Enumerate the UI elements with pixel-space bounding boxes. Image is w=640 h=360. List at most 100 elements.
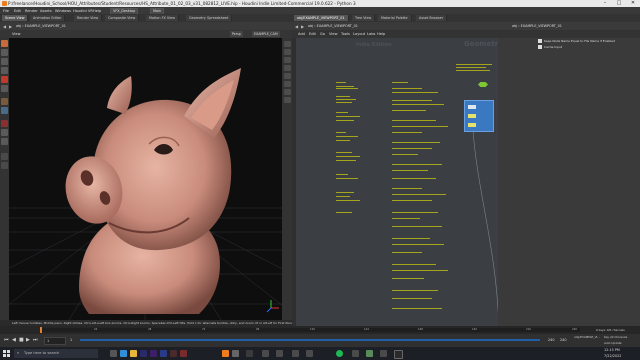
- sticky-note-middle[interactable]: [392, 80, 456, 320]
- app-icon-dark-3[interactable]: [276, 350, 283, 357]
- first-frame-icon[interactable]: ⏮: [4, 337, 9, 343]
- normals-icon[interactable]: [283, 89, 291, 95]
- app-icon-green[interactable]: [366, 350, 373, 357]
- rotate-tool-icon[interactable]: [1, 58, 8, 65]
- premiere-icon[interactable]: [140, 350, 147, 357]
- ne-forward-icon[interactable]: ▶: [301, 24, 304, 29]
- network-box-blue[interactable]: [464, 100, 494, 132]
- tab-material-palette[interactable]: Material Palette: [378, 15, 412, 21]
- node-file[interactable]: [468, 105, 476, 109]
- end-frame[interactable]: 240: [548, 338, 554, 342]
- houdini-taskbar-icon[interactable]: [222, 350, 229, 357]
- menu-assets[interactable]: Assets: [40, 9, 52, 13]
- tab-composite-view[interactable]: Composite View: [105, 15, 140, 21]
- frame-field[interactable]: 1: [44, 337, 66, 345]
- node-output[interactable]: [468, 123, 476, 127]
- points-icon[interactable]: [283, 81, 291, 87]
- end-frame-2[interactable]: 240: [560, 338, 566, 342]
- sticky-note-left[interactable]: [336, 80, 376, 220]
- tab-network-path[interactable]: obj/EXAMPLE_VIEWPORT_01: [294, 15, 349, 21]
- explorer-icon[interactable]: [130, 350, 137, 357]
- app-icon-gray[interactable]: [232, 350, 239, 357]
- ne-menu-layout[interactable]: Layout: [353, 32, 365, 36]
- node-green[interactable]: [478, 82, 488, 87]
- menu-help[interactable]: Help: [93, 9, 101, 13]
- select-tool-icon[interactable]: [1, 40, 8, 47]
- tab-tree-view[interactable]: Tree View: [352, 15, 376, 21]
- ne-menu-help[interactable]: Help: [377, 32, 385, 36]
- stop-icon[interactable]: ■: [19, 337, 24, 343]
- timeline-bar[interactable]: 1 24 48 72 96 120 144 168 192 216 240 0 …: [0, 326, 640, 334]
- camera-view-icon[interactable]: [283, 97, 291, 103]
- persp-menu[interactable]: Persp: [230, 31, 243, 37]
- tab-asset-browser[interactable]: Asset Browser: [416, 15, 448, 21]
- app-icon-dark-6[interactable]: [352, 350, 359, 357]
- network-path[interactable]: obj › EXAMPLE_VIEWPORT_01: [308, 24, 358, 28]
- playback-range[interactable]: [80, 339, 540, 341]
- camera-tool-icon[interactable]: [1, 107, 8, 114]
- clock-time[interactable]: 12:15 PM: [604, 348, 620, 352]
- shading-icon[interactable]: [283, 57, 291, 63]
- menu-houdini-vr[interactable]: Houdini VR: [73, 9, 93, 13]
- wireframe-icon[interactable]: [283, 65, 291, 71]
- cache-input-checkbox[interactable]: [538, 45, 542, 49]
- taskbar-search[interactable]: ⌕ Type here to search: [14, 349, 98, 358]
- ne-menu-add[interactable]: Add: [298, 32, 305, 36]
- app-icon-dark[interactable]: [246, 350, 253, 357]
- illustrator-icon[interactable]: [170, 350, 177, 357]
- play-icon[interactable]: ▶: [26, 337, 30, 343]
- maximize-button[interactable]: □: [612, 0, 626, 7]
- tab-render-view[interactable]: Render View: [74, 15, 103, 21]
- windows-start-icon[interactable]: [3, 350, 10, 357]
- app-icon-dark-2[interactable]: [262, 350, 269, 357]
- app-icon-outline[interactable]: [394, 350, 403, 359]
- photoshop-icon[interactable]: [160, 350, 167, 357]
- after-effects-icon[interactable]: [150, 350, 157, 357]
- forward-arrow-icon[interactable]: ▶: [9, 24, 12, 29]
- snap-tool-icon[interactable]: [1, 129, 8, 136]
- pose-tool-icon[interactable]: [1, 85, 8, 92]
- tab-motion-fx-view[interactable]: Motion FX View: [146, 15, 179, 21]
- auto-update-menu[interactable]: Auto Update: [604, 341, 622, 345]
- keep-name-checkbox[interactable]: [538, 39, 542, 43]
- app-icon-dark-7[interactable]: [380, 350, 387, 357]
- viewport-path[interactable]: obj › EXAMPLE_VIEWPORT_01: [16, 24, 66, 28]
- move-tool-icon[interactable]: [1, 49, 8, 56]
- close-button[interactable]: ✕: [626, 0, 640, 7]
- scale-tool-icon[interactable]: [1, 67, 8, 74]
- params-path[interactable]: obj › EXAMPLE_VIEWPORT_01: [512, 24, 562, 28]
- menu-file[interactable]: File: [3, 9, 9, 13]
- menu-render[interactable]: Render: [25, 9, 38, 13]
- node-attrib[interactable]: [468, 114, 476, 118]
- grid-snap-icon[interactable]: [1, 138, 8, 145]
- ne-menu-labs[interactable]: Labs: [367, 32, 375, 36]
- display-options-icon[interactable]: [283, 41, 291, 47]
- key-all-channels-button[interactable]: Key All Channels: [604, 335, 627, 339]
- ne-menu-edit[interactable]: Edit: [309, 32, 316, 36]
- app-icon-red[interactable]: [180, 350, 187, 357]
- tab-scene-view[interactable]: Scene View: [2, 15, 29, 21]
- spotify-icon[interactable]: [336, 350, 343, 357]
- ne-menu-tools[interactable]: Tools: [341, 32, 350, 36]
- app-icon-dark-4[interactable]: [292, 350, 299, 357]
- camera-menu[interactable]: EXAMPLE_CAM: [252, 31, 280, 37]
- play-reverse-icon[interactable]: ◀: [12, 337, 16, 343]
- last-frame-icon[interactable]: ⏭: [33, 337, 38, 343]
- context-path[interactable]: /obj/EXAMPLE_VI...: [574, 335, 600, 339]
- minimize-button[interactable]: –: [598, 0, 612, 7]
- menu-windows[interactable]: Windows: [55, 9, 71, 13]
- tab-geometry-spreadsheet[interactable]: Geometry Spreadsheet: [186, 15, 233, 21]
- start-frame[interactable]: 1: [70, 338, 72, 342]
- tab-animation-editor[interactable]: Animation Editor: [30, 15, 66, 21]
- magnet-tool-icon[interactable]: [1, 120, 8, 127]
- task-view-icon[interactable]: [110, 350, 117, 357]
- back-arrow-icon[interactable]: ◀: [3, 24, 6, 29]
- ne-menu-go[interactable]: Go: [320, 32, 325, 36]
- edge-icon[interactable]: [120, 350, 127, 357]
- handle-tool-icon[interactable]: [1, 76, 8, 83]
- clock-date[interactable]: 7/22/2022: [604, 354, 621, 358]
- paint-tool-icon[interactable]: [1, 153, 8, 160]
- scene-viewport[interactable]: [9, 38, 282, 320]
- sticky-note-top-right[interactable]: [456, 62, 496, 76]
- brush-tool-icon[interactable]: [1, 162, 8, 169]
